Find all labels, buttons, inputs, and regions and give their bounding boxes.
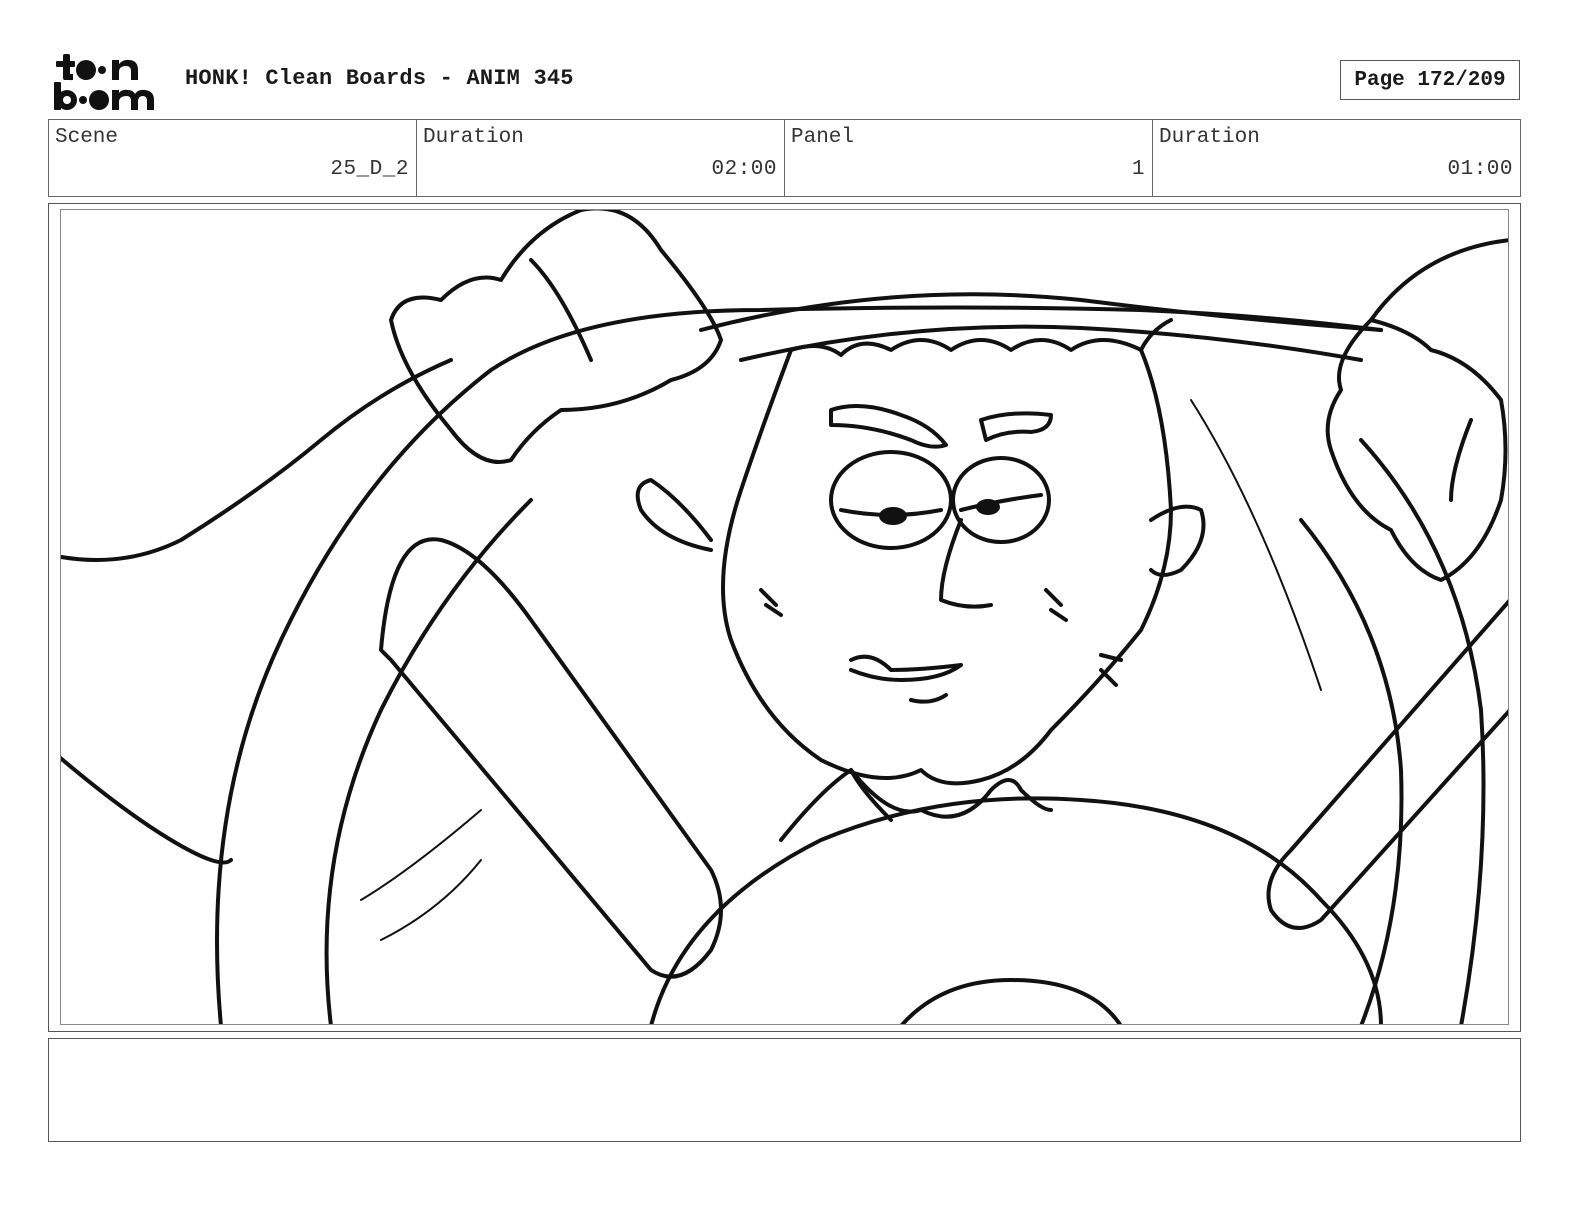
background-arc-right <box>1369 238 1508 322</box>
scene-duration-label: Duration <box>423 126 524 149</box>
steering-wheel-top-bar <box>699 292 1383 332</box>
panel-duration-value: 01:00 <box>1447 158 1513 181</box>
left-ear <box>635 478 713 552</box>
left-eyebrow <box>829 404 948 449</box>
scene-duration-value: 02:00 <box>711 158 777 181</box>
nose <box>939 518 993 609</box>
motion-line-2 <box>380 859 482 941</box>
right-hand-cuff-line <box>1449 418 1473 502</box>
storyboard-panel-drawing <box>60 209 1509 1025</box>
motion-line-1 <box>360 809 482 901</box>
panel-cell: Panel 1 <box>785 120 1153 196</box>
seat-left-edge <box>61 755 233 865</box>
left-eye <box>829 450 953 550</box>
scene-value: 25_D_2 <box>330 158 409 181</box>
panel-notes-box <box>48 1038 1521 1142</box>
cheek-mark-right <box>1044 588 1123 687</box>
right-spoke <box>1266 599 1508 930</box>
document-title: HONK! Clean Boards - ANIM 345 <box>185 66 574 91</box>
steering-wheel-rim-right <box>1359 438 1486 1024</box>
hair-fringe <box>789 318 1173 357</box>
left-pupil <box>879 507 907 525</box>
storyboard-info-row: Scene 25_D_2 Duration 02:00 Panel 1 Dura… <box>48 119 1521 197</box>
page-number: Page 172/209 <box>1354 68 1506 92</box>
mouth-lower <box>909 693 948 704</box>
right-ear <box>1149 504 1206 577</box>
right-eyebrow <box>979 411 1053 442</box>
left-spoke <box>379 537 723 979</box>
steering-wheel-rim <box>215 305 1383 1024</box>
motion-line-3 <box>1190 399 1322 691</box>
panel-duration-label: Duration <box>1159 126 1260 149</box>
left-hand <box>389 210 723 464</box>
panel-label: Panel <box>791 126 855 149</box>
mouth <box>849 654 963 682</box>
background-arc-left <box>61 358 453 562</box>
toon-boom-logo <box>50 50 164 112</box>
scene-cell: Scene 25_D_2 <box>49 120 417 196</box>
page-number-box: Page 172/209 <box>1340 60 1520 100</box>
scene-label: Scene <box>55 126 119 149</box>
steering-wheel-rim-right-inner <box>1299 518 1404 1024</box>
steering-wheel-top-bar-lower <box>739 324 1363 362</box>
storyboard-sketch <box>61 210 1508 1024</box>
collar <box>779 768 1053 842</box>
panel-value: 1 <box>1131 158 1145 181</box>
steering-hub-inner <box>900 978 1123 1024</box>
right-pupil <box>976 499 1000 515</box>
scene-duration-cell: Duration 02:00 <box>417 120 785 196</box>
panel-duration-cell: Duration 01:00 <box>1153 120 1520 196</box>
right-eyelid <box>959 493 1043 512</box>
cheek-mark-left <box>759 588 783 617</box>
